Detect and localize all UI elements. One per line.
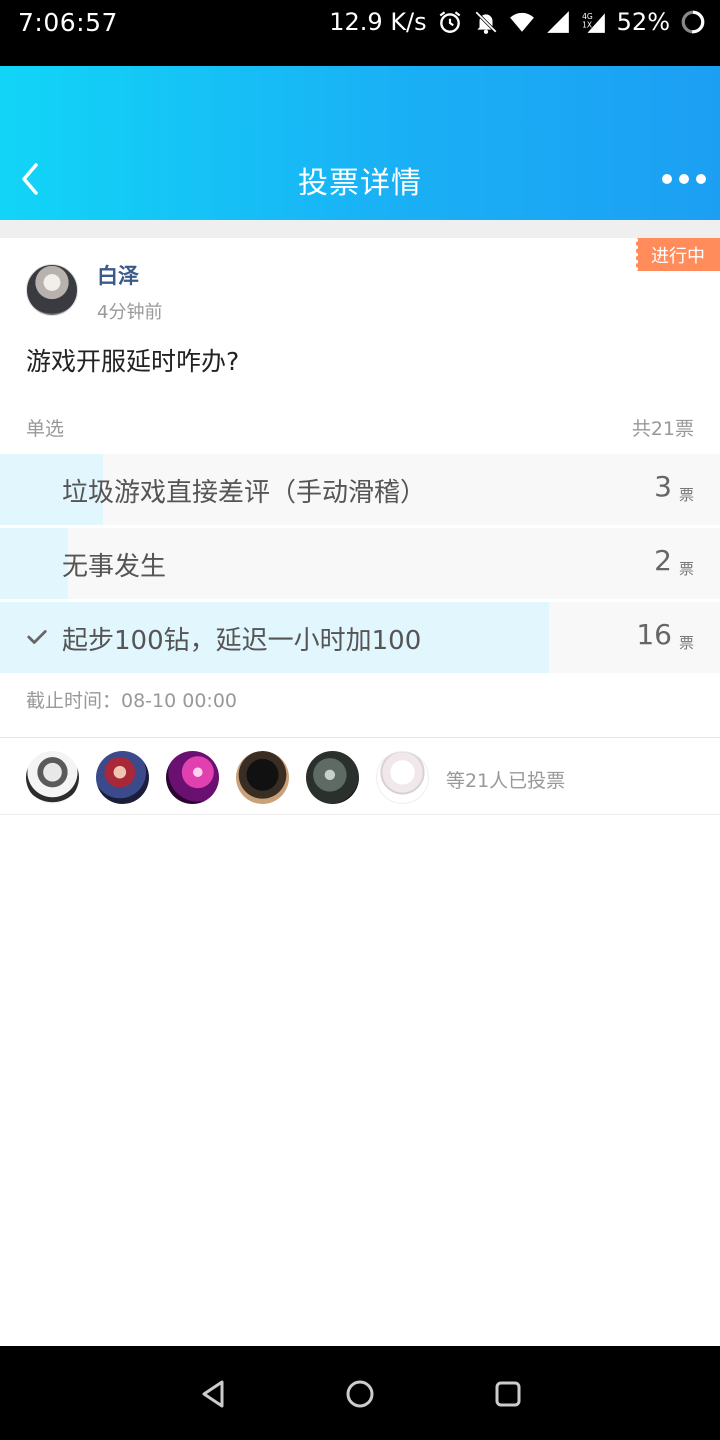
poll-card: 进行中 白泽 4分钟前 游戏开服延时咋办? 单选 共21票 垃圾游戏直接差评（手… [0, 238, 720, 738]
svg-text:1X: 1X [582, 20, 592, 29]
recents-square-icon[interactable] [492, 1378, 524, 1410]
voters-summary[interactable]: 等21人已投票 [446, 766, 565, 793]
status-icons: 12.9 K/s 4G 1X 52% [329, 8, 706, 36]
more-button[interactable] [662, 164, 706, 194]
divider [0, 814, 720, 815]
alarm-icon [437, 9, 463, 35]
nav-bar [0, 1346, 720, 1440]
check-icon [27, 630, 47, 644]
battery-level: 52% [616, 8, 670, 36]
poll-option[interactable]: 起步100钻，延迟一小时加100 16 票 [0, 602, 720, 673]
voters-row[interactable]: 等21人已投票 [0, 738, 720, 814]
page-title: 投票详情 [298, 166, 422, 201]
more-dots-icon [662, 174, 672, 184]
voter-avatar[interactable] [96, 751, 149, 804]
option-unit: 票 [678, 634, 694, 652]
status-tag: 进行中 [634, 238, 720, 271]
voter-avatar[interactable] [166, 751, 219, 804]
option-unit: 票 [678, 486, 694, 504]
poll-option[interactable]: 垃圾游戏直接差评（手动滑稽） 3 票 [0, 454, 720, 525]
option-count: 16 [636, 618, 672, 651]
status-bar: 7:06:57 12.9 K/s 4G 1X 52% [0, 0, 720, 66]
voter-avatar[interactable] [306, 751, 359, 804]
net-speed: 12.9 K/s [329, 8, 427, 36]
poll-question: 游戏开服延时咋办? [26, 347, 240, 376]
signal-icon [545, 9, 571, 35]
vote-share-bar [0, 528, 69, 599]
voter-avatar[interactable] [26, 751, 79, 804]
home-circle-icon[interactable] [344, 1378, 376, 1410]
poll-option[interactable]: 无事发生 2 票 [0, 528, 720, 599]
author-name[interactable]: 白泽 [97, 260, 139, 290]
deadline: 截止时间：08-10 00:00 [26, 690, 238, 712]
option-count: 3 [654, 470, 672, 503]
poll-type: 单选 [26, 418, 65, 440]
option-label: 垃圾游戏直接差评（手动滑稽） [62, 478, 427, 508]
option-count: 2 [654, 544, 672, 577]
voter-avatar[interactable] [376, 751, 429, 804]
svg-text:4G: 4G [582, 12, 593, 21]
status-time: 7:06:57 [18, 8, 118, 37]
author-avatar[interactable] [26, 264, 78, 316]
back-triangle-icon[interactable] [198, 1378, 230, 1410]
section-divider [0, 220, 720, 238]
post-time: 4分钟前 [97, 302, 163, 323]
signal-4g-icon: 4G 1X [581, 9, 607, 35]
option-unit: 票 [678, 560, 694, 578]
option-label: 起步100钻，延迟一小时加100 [62, 626, 422, 656]
wifi-icon [509, 9, 535, 35]
app-header: 投票详情 [0, 66, 720, 220]
battery-icon [680, 9, 706, 35]
total-votes: 共21票 [631, 418, 694, 440]
option-label: 无事发生 [62, 552, 167, 582]
bell-off-icon [473, 9, 499, 35]
poll-options: 垃圾游戏直接差评（手动滑稽） 3 票 无事发生 2 票 起步100钻，延迟一小时… [0, 454, 720, 676]
voter-avatar[interactable] [236, 751, 289, 804]
